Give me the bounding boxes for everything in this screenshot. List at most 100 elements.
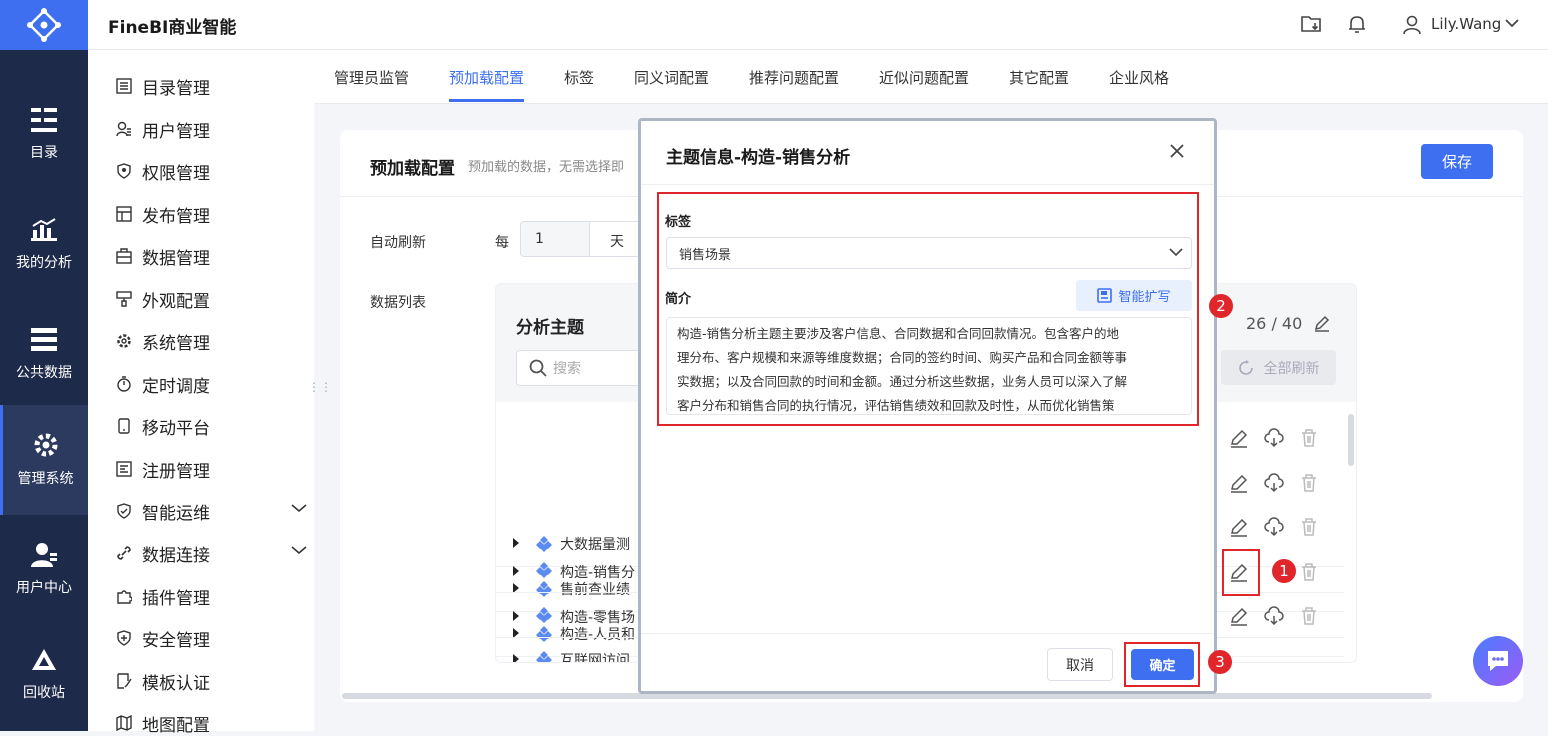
- trash-icon[interactable]: [1299, 473, 1319, 493]
- topic-count-value: 26 / 40: [1246, 314, 1303, 333]
- edit-icon[interactable]: [1229, 428, 1249, 448]
- topic-count: 26 / 40: [1246, 314, 1331, 333]
- menu-label: 移动平台: [142, 418, 210, 439]
- trash-icon[interactable]: [1299, 428, 1319, 448]
- tab-other-config[interactable]: 其它配置: [1009, 67, 1069, 88]
- user-icon[interactable]: [1403, 15, 1421, 35]
- link-icon: [117, 546, 131, 560]
- chevron-down-icon[interactable]: [1169, 248, 1183, 257]
- drag-handle[interactable]: ⋮⋮: [308, 380, 332, 394]
- save-button[interactable]: 保存: [1421, 144, 1493, 179]
- caret-right-icon[interactable]: [512, 654, 520, 662]
- refresh-unit-select[interactable]: 天: [590, 221, 640, 257]
- active-tab-indicator: [449, 99, 524, 102]
- tab-recommend-config[interactable]: 推荐问题配置: [749, 67, 839, 88]
- close-icon[interactable]: [1169, 143, 1185, 159]
- user-icon: [116, 121, 131, 137]
- tab-enterprise-style[interactable]: 企业风格: [1109, 67, 1169, 88]
- menu-item-data-connect[interactable]: 数据连接: [116, 541, 307, 566]
- cloud-refresh-icon[interactable]: [1264, 606, 1284, 626]
- topic-icon: [536, 651, 552, 662]
- edit-icon[interactable]: [1229, 473, 1249, 493]
- download-folder-icon[interactable]: [1301, 14, 1323, 34]
- chevron-down-icon[interactable]: [291, 503, 307, 513]
- caret-right-icon[interactable]: [512, 538, 520, 548]
- menu-item-register[interactable]: 注册管理: [116, 457, 210, 482]
- app-logo[interactable]: [0, 0, 88, 50]
- menu-label: 权限管理: [142, 163, 210, 184]
- menu-item-plugin[interactable]: 插件管理: [116, 584, 210, 609]
- chevron-down-icon[interactable]: [1505, 18, 1519, 28]
- top-bar: FineBI商业智能 Lily.Wang: [88, 0, 1548, 50]
- cancel-button[interactable]: 取消: [1047, 648, 1113, 681]
- rail-item-admin-system[interactable]: 管理系统: [0, 405, 88, 515]
- brush-icon: [116, 291, 132, 307]
- divider: [641, 184, 1214, 185]
- dialog-title: 主题信息-构造-销售分析: [666, 148, 851, 168]
- search-placeholder: 搜索: [553, 361, 581, 377]
- chat-assistant-button[interactable]: [1473, 636, 1523, 686]
- rail-item-recycle[interactable]: 回收站: [0, 620, 88, 730]
- gear-icon: [34, 433, 57, 457]
- edit-icon[interactable]: [1229, 606, 1249, 626]
- briefcase-icon: [116, 248, 132, 264]
- refresh-all-button[interactable]: 全部刷新: [1221, 350, 1336, 385]
- analysis-icon: [31, 218, 57, 241]
- edit-icon[interactable]: [1229, 517, 1249, 537]
- ai-expand-label: 智能扩写: [1118, 290, 1171, 305]
- rail-item-my-analysis[interactable]: 我的分析: [0, 190, 88, 300]
- intro-line: 实数据；以及合同回款的时间和金额。通过分析这些数据，业务人员可以深入了解: [677, 374, 1128, 389]
- menu-item-ops[interactable]: 智能运维: [116, 499, 307, 524]
- menu-item-user-manage[interactable]: 用户管理: [116, 117, 210, 142]
- trash-icon[interactable]: [1299, 606, 1319, 626]
- tag-select[interactable]: 销售场景: [666, 237, 1192, 269]
- menu-item-system-manage[interactable]: 系统管理: [116, 329, 210, 354]
- register-icon: [116, 461, 132, 477]
- topic-icon: [536, 562, 552, 578]
- confirm-button[interactable]: 确定: [1131, 649, 1194, 680]
- menu-item-permission-manage[interactable]: 权限管理: [116, 159, 210, 184]
- menu-item-security[interactable]: 安全管理: [116, 626, 210, 651]
- menu-item-map[interactable]: 地图配置: [116, 711, 210, 736]
- panel-scrollbar[interactable]: [1348, 414, 1354, 466]
- menu-item-appearance[interactable]: 外观配置: [116, 287, 210, 312]
- per-label: 每: [495, 235, 509, 251]
- edit-icon[interactable]: [1313, 314, 1331, 332]
- trash-icon[interactable]: [1299, 562, 1319, 582]
- logo-icon: [27, 8, 61, 42]
- menu-item-template-cert[interactable]: 模板认证: [116, 669, 210, 694]
- list-icon: [116, 78, 132, 94]
- menu-item-publish-manage[interactable]: 发布管理: [116, 202, 210, 227]
- menu-label: 定时调度: [142, 376, 210, 397]
- menu-label: 地图配置: [142, 715, 210, 736]
- timer-icon: [117, 376, 131, 392]
- menu-item-catalog-manage[interactable]: 目录管理: [116, 74, 210, 99]
- rail-item-catalog[interactable]: 目录: [0, 80, 88, 190]
- menu-label: 数据管理: [142, 248, 210, 269]
- menu-item-data-manage[interactable]: 数据管理: [116, 244, 210, 269]
- rail-item-user-center[interactable]: 用户中心: [0, 515, 88, 625]
- tab-preload-config[interactable]: 预加载配置: [449, 67, 524, 88]
- shield-icon: [117, 163, 131, 179]
- cloud-refresh-icon[interactable]: [1264, 473, 1284, 493]
- rail-item-public-data[interactable]: 公共数据: [0, 300, 88, 410]
- menu-item-schedule[interactable]: 定时调度: [116, 372, 210, 397]
- menu-item-mobile[interactable]: 移动平台: [116, 414, 210, 439]
- chevron-down-icon[interactable]: [291, 545, 307, 555]
- caret-right-icon[interactable]: [512, 566, 520, 576]
- user-name[interactable]: Lily.Wang: [1431, 15, 1501, 33]
- tab-similar-config[interactable]: 近似问题配置: [879, 67, 969, 88]
- tab-tags[interactable]: 标签: [564, 67, 594, 88]
- tab-synonym-config[interactable]: 同义词配置: [634, 67, 709, 88]
- refresh-interval-input[interactable]: 1: [520, 221, 590, 257]
- cloud-refresh-icon[interactable]: [1264, 428, 1284, 448]
- trash-icon[interactable]: [1299, 517, 1319, 537]
- cloud-refresh-icon[interactable]: [1264, 517, 1284, 537]
- bell-icon[interactable]: [1347, 14, 1367, 34]
- caret-right-icon[interactable]: [512, 611, 520, 621]
- search-input[interactable]: 搜索: [516, 350, 646, 386]
- topic-name: 构造-零售场: [560, 610, 636, 626]
- intro-textarea[interactable]: 构造-销售分析主题主要涉及客户信息、合同数据和合同回款情况。包含客户的地 理分布…: [666, 317, 1192, 415]
- tab-admin-monitor[interactable]: 管理员监管: [334, 67, 409, 88]
- ai-expand-button[interactable]: 智能扩写: [1076, 280, 1192, 311]
